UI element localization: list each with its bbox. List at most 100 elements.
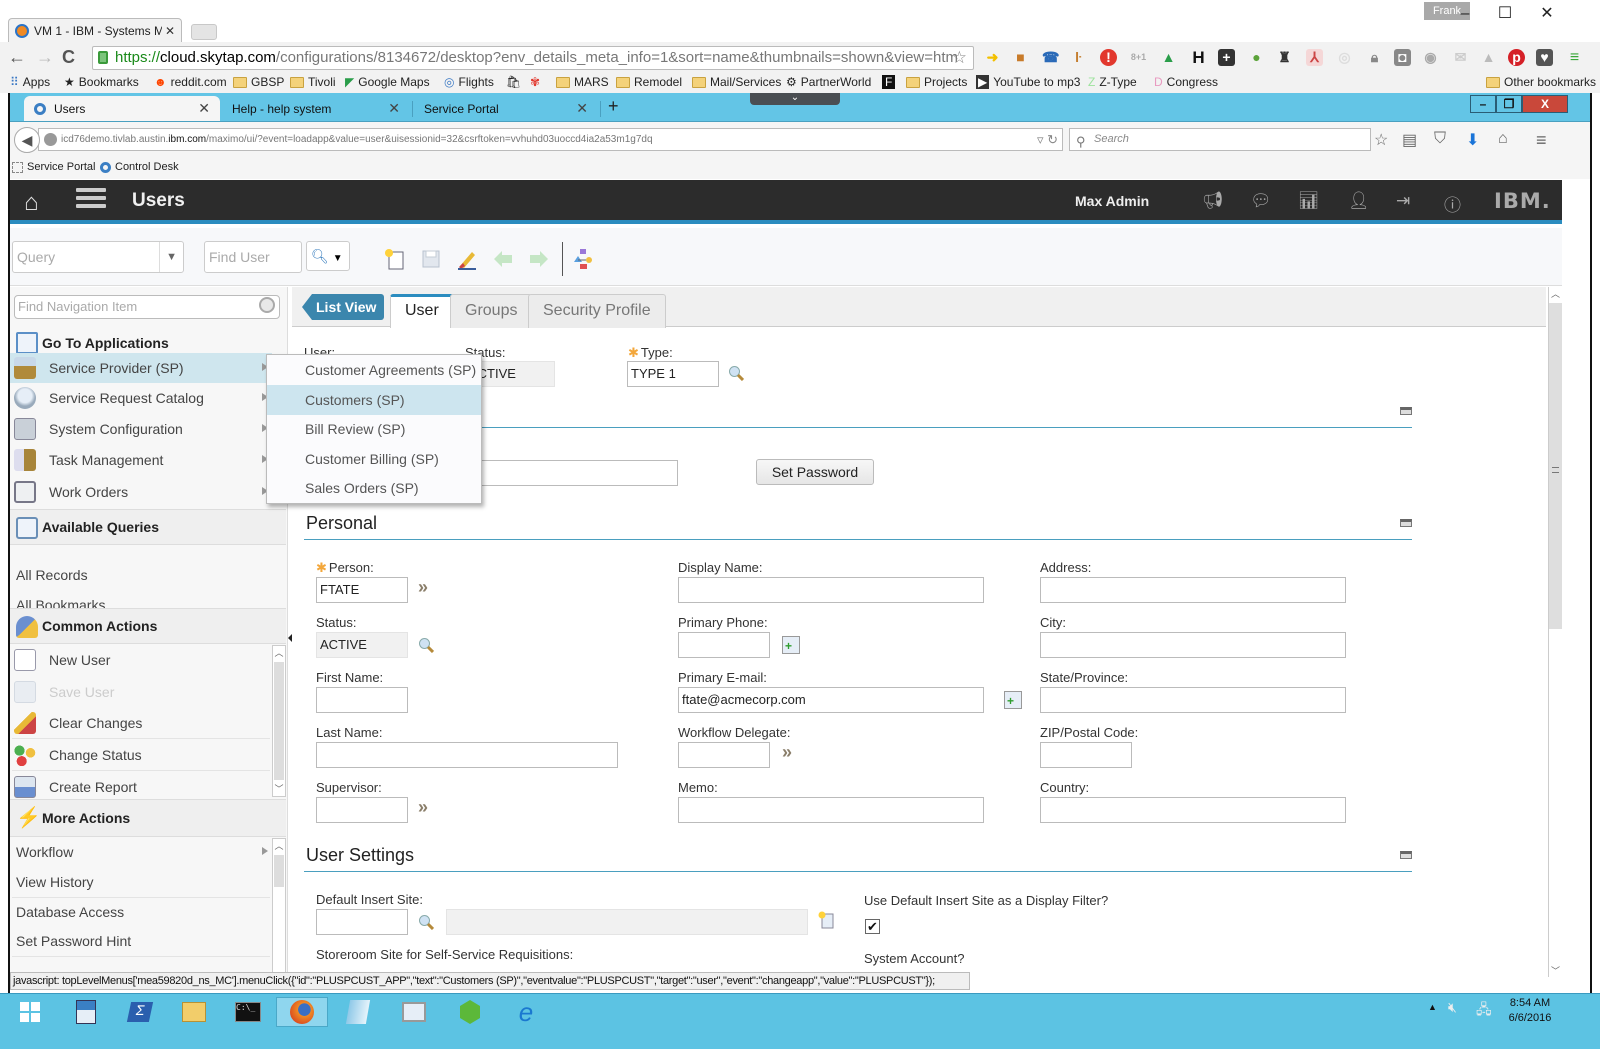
close-window-icon[interactable]: X	[1522, 95, 1568, 113]
close-window-icon[interactable]: ✕	[1532, 4, 1562, 24]
minimize-icon[interactable]: –	[1470, 95, 1496, 113]
bookmark-shop[interactable]: 🛍︎	[506, 75, 525, 89]
profile-person-icon[interactable]: 👤︎	[1348, 191, 1370, 211]
section-collapse-icon[interactable]	[1400, 407, 1412, 415]
previous-record-icon[interactable]	[492, 248, 514, 270]
lock-extension-icon[interactable]: 🔒︎	[1366, 49, 1383, 66]
action-save-user[interactable]: Save User	[10, 677, 272, 707]
google-drive-icon[interactable]: ▲	[1160, 49, 1177, 66]
search-lookup-icon[interactable]	[418, 637, 434, 653]
go-to-supervisor-icon[interactable]: »	[418, 797, 428, 818]
bookmark-control-desk[interactable]: Control Desk	[100, 161, 179, 173]
hamburger-menu-icon[interactable]	[76, 188, 106, 212]
taskbar-internet-explorer[interactable]: e	[500, 997, 552, 1027]
taskbar-notepad[interactable]	[332, 997, 384, 1027]
scroll-down-icon[interactable]: ﹀	[1551, 964, 1560, 977]
available-queries-header[interactable]: Available Queries	[10, 509, 286, 545]
bookmark-flights[interactable]: ◎ Flights	[444, 75, 494, 89]
restore-icon[interactable]: ❐	[1496, 95, 1522, 113]
go-to-delegate-icon[interactable]: »	[782, 742, 792, 763]
bookmark-mars[interactable]: MARS	[556, 75, 609, 89]
pinterest-icon[interactable]: p	[1508, 49, 1525, 66]
list-view-button[interactable]: List View	[302, 294, 385, 320]
address-input[interactable]	[1040, 577, 1346, 603]
reload-icon[interactable]: C	[62, 47, 75, 67]
bookmark-z-type[interactable]: Z Z-Type	[1088, 75, 1137, 89]
firefox-search-box[interactable]: ⚲ Search	[1069, 128, 1371, 151]
extension-icon[interactable]: ♥	[1536, 49, 1553, 66]
minimize-icon[interactable]: –	[1450, 4, 1480, 24]
type-input[interactable]: TYPE 1	[627, 361, 719, 387]
more-action-view-history[interactable]: View History	[10, 867, 272, 897]
submenu-customer-billing[interactable]: Customer Billing (SP)	[267, 444, 481, 474]
firefox-tab-users[interactable]: Users ✕	[24, 96, 220, 121]
common-actions-scrollbar[interactable]: ︿ ﹀	[272, 645, 286, 797]
evernote-icon[interactable]: ●	[1248, 49, 1265, 66]
main-scrollbar[interactable]: ︿ ﹀	[1548, 287, 1562, 977]
workflow-icon[interactable]	[572, 248, 594, 270]
next-record-icon[interactable]	[528, 248, 550, 270]
submenu-bill-review[interactable]: Bill Review (SP)	[267, 414, 481, 444]
scrollbar-thumb[interactable]	[274, 855, 284, 887]
scroll-down-icon[interactable]: ﹀	[273, 782, 285, 796]
first-name-input[interactable]	[316, 687, 408, 713]
extension-icon[interactable]: 8+1	[1130, 49, 1147, 66]
display-filter-checkbox[interactable]: ✔	[865, 919, 880, 934]
network-icon[interactable]: 🖧	[1476, 999, 1492, 1023]
sign-out-icon[interactable]: ⇥	[1396, 191, 1410, 211]
extension-icon[interactable]: ▲	[1480, 49, 1497, 66]
bookmark-star-icon[interactable]: ☆	[952, 47, 967, 69]
close-tab-icon[interactable]: ✕	[165, 24, 175, 38]
section-collapse-icon[interactable]	[1400, 519, 1412, 527]
sidebar-app-service-provider[interactable]: Service Provider (SP)	[10, 353, 272, 383]
pdf-icon[interactable]: ⅄	[1306, 49, 1323, 66]
memo-input[interactable]	[678, 797, 984, 823]
bookmark-partnerworld[interactable]: ⚙ PartnerWorld	[786, 75, 871, 89]
bookmark-other[interactable]: Other bookmarks	[1486, 75, 1596, 89]
pocket-icon[interactable]: ⛉	[1434, 130, 1446, 148]
bookmark-service-portal[interactable]: Service Portal	[12, 161, 95, 173]
tab-groups[interactable]: Groups	[450, 294, 533, 328]
state-input[interactable]	[1040, 687, 1346, 713]
reports-chart-icon[interactable]: 📊︎	[1298, 191, 1320, 211]
more-actions-header[interactable]: ⚡ More Actions	[10, 799, 286, 837]
taskbar-performance-monitor[interactable]	[388, 997, 440, 1027]
last-name-input[interactable]	[316, 742, 618, 768]
bookmark-tivoli[interactable]: Tivoli	[290, 75, 336, 89]
action-clear-changes[interactable]: Clear Changes	[10, 708, 272, 738]
bulletin-megaphone-icon[interactable]: 📢︎	[1202, 191, 1224, 211]
firefox-tab-help[interactable]: Help - help system ✕	[222, 96, 410, 121]
bookmark-star-icon[interactable]: ☆	[1374, 130, 1388, 150]
extension-icon[interactable]: ■	[1012, 49, 1029, 66]
scrollbar-thumb[interactable]	[274, 662, 284, 780]
chrome-menu-icon[interactable]: ≡	[1566, 49, 1583, 66]
chat-bubble-icon[interactable]: 💬︎	[1250, 191, 1272, 211]
search-lookup-icon[interactable]	[728, 365, 744, 381]
bookmark-nbc[interactable]: ✾	[530, 75, 544, 89]
zip-input[interactable]	[1040, 742, 1132, 768]
tab-user[interactable]: User	[390, 294, 454, 328]
bookmark-congress[interactable]: D Congress	[1154, 75, 1218, 89]
primary-phone-input[interactable]	[678, 632, 770, 658]
back-icon[interactable]: ←	[8, 47, 26, 67]
section-collapse-icon[interactable]	[1400, 851, 1412, 859]
bookmark-bookmarks[interactable]: ★ Bookmarks	[64, 75, 139, 89]
scrollbar-thumb[interactable]	[1549, 303, 1562, 629]
extension-icon[interactable]: H	[1190, 49, 1207, 66]
extension-icon[interactable]: ☎	[1042, 49, 1059, 66]
bookmark-mail-services[interactable]: Mail/Services	[692, 75, 781, 89]
workflow-delegate-input[interactable]	[678, 742, 770, 768]
add-phone-icon[interactable]	[782, 636, 800, 654]
new-tab-button[interactable]	[191, 24, 217, 40]
extension-icon[interactable]: ◎	[1336, 49, 1353, 66]
firefox-menu-icon[interactable]: ≡	[1536, 130, 1547, 151]
tab-security-profile[interactable]: Security Profile	[528, 294, 666, 328]
submenu-customer-agreements[interactable]: Customer Agreements (SP)	[267, 355, 481, 385]
extension-icon[interactable]: ◉	[1422, 49, 1439, 66]
extension-icon[interactable]: ŀ	[1070, 49, 1087, 66]
find-user-input[interactable]: Find User	[204, 241, 302, 273]
taskbar-powershell[interactable]: Σ	[114, 997, 166, 1027]
more-action-workflow[interactable]: Workflow	[10, 837, 272, 867]
common-actions-header[interactable]: Common Actions	[10, 608, 286, 644]
help-icon[interactable]: ⓘ	[1444, 191, 1461, 216]
